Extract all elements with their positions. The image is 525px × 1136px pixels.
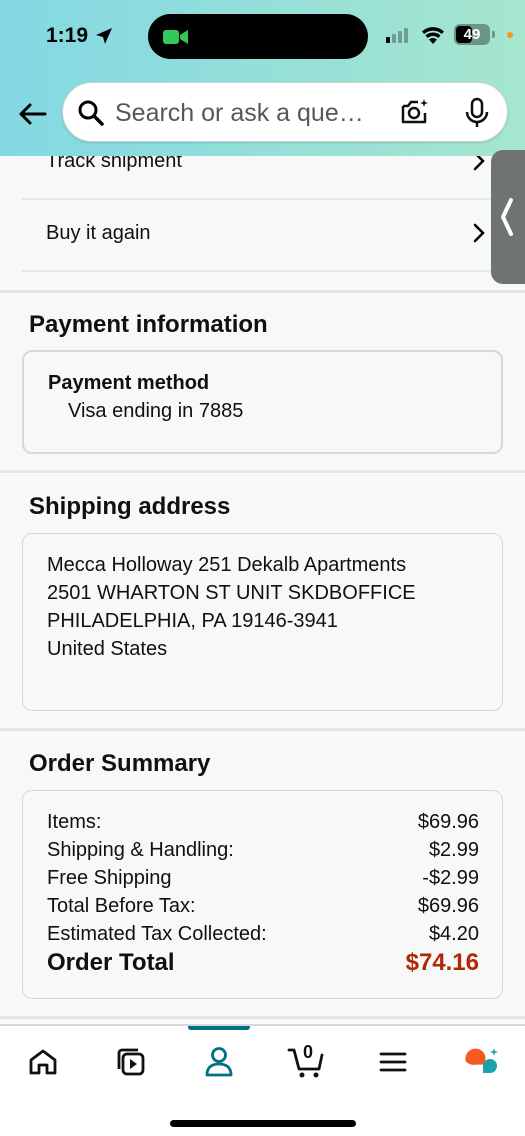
home-indicator (170, 1120, 356, 1127)
app-header: 1:19 49 (0, 0, 525, 156)
order-total-value: $74.16 (405, 949, 479, 976)
rufus-icon (465, 1048, 498, 1073)
summary-row: Items: $69.96 (47, 811, 479, 839)
camera-lens-icon[interactable] (399, 97, 431, 127)
location-arrow-icon (96, 28, 112, 44)
chevron-right-icon (473, 156, 485, 171)
summary-label: Total Before Tax: (47, 895, 196, 917)
nav-home[interactable] (21, 1042, 65, 1082)
home-icon (29, 1049, 57, 1075)
chevron-left-icon (501, 198, 513, 236)
cellular-signal-icon (386, 28, 408, 43)
nav-rufus[interactable] (459, 1042, 503, 1082)
summary-label: Shipping & Handling: (47, 839, 234, 861)
nav-video[interactable] (109, 1042, 153, 1082)
payment-method-card: Payment method Visa ending in 7885 (22, 350, 503, 454)
bottom-navigation: 0 (0, 1024, 525, 1136)
order-total-label: Order Total (47, 949, 175, 976)
address-line: 2501 WHARTON ST UNIT SKDBOFFICE (47, 582, 416, 604)
address-line: PHILADELPHIA, PA 19146-3941 (47, 610, 338, 632)
buy-it-again-row[interactable]: Buy it again (22, 202, 492, 272)
summary-label: Items: (47, 811, 102, 833)
section-divider (0, 470, 525, 473)
buy-it-again-label: Buy it again (46, 222, 151, 244)
summary-row: Free Shipping -$2.99 (47, 867, 479, 895)
address-line: Mecca Holloway 251 Dekalb Apartments (47, 554, 407, 576)
search-input[interactable] (115, 95, 391, 131)
video-icon (117, 1048, 145, 1076)
status-time: 1:19 (46, 24, 89, 47)
payment-information-heading: Payment information (29, 311, 268, 338)
dynamic-island (148, 14, 368, 59)
track-shipment-label: Track shipment (46, 156, 182, 172)
summary-value: $69.96 (417, 811, 479, 833)
summary-row: Shipping & Handling: $2.99 (47, 839, 479, 867)
battery-percent: 49 (463, 26, 481, 43)
account-icon (205, 1047, 233, 1077)
summary-row: Estimated Tax Collected: $4.20 (47, 923, 479, 951)
order-details-content: Track shipment Buy it again Payment info… (0, 156, 525, 1026)
chevron-right-icon (473, 223, 485, 243)
order-summary-card: Items: $69.96 Shipping & Handling: $2.99… (22, 790, 503, 999)
microphone-icon[interactable] (463, 97, 491, 129)
wifi-icon (422, 27, 444, 44)
order-total-row: Order Total $74.16 (47, 949, 479, 981)
nav-account[interactable] (197, 1042, 241, 1082)
payment-method-heading: Payment method (48, 372, 210, 394)
privacy-indicator (507, 32, 513, 38)
shipping-address-card: Mecca Holloway 251 Dekalb Apartments 250… (22, 533, 503, 711)
summary-value: $4.20 (428, 923, 479, 945)
shipping-address-heading: Shipping address (29, 493, 231, 520)
side-panel-tab[interactable] (491, 150, 525, 284)
summary-label: Estimated Tax Collected: (47, 923, 267, 945)
nav-menu[interactable] (371, 1042, 415, 1082)
summary-value: $69.96 (417, 895, 479, 917)
section-divider (0, 728, 525, 731)
active-tab-indicator (188, 1026, 250, 1030)
payment-method-value: Visa ending in 7885 (68, 400, 244, 422)
address-line: United States (47, 638, 168, 660)
battery-icon: 49 (454, 24, 490, 45)
summary-row: Total Before Tax: $69.96 (47, 895, 479, 923)
search-icon (78, 100, 104, 126)
section-divider (0, 1016, 525, 1019)
facetime-icon (163, 30, 188, 44)
section-divider (0, 290, 525, 293)
order-summary-heading: Order Summary (29, 750, 211, 777)
cart-count-badge: 0 (302, 1042, 313, 1062)
menu-icon (379, 1052, 407, 1072)
track-shipment-row[interactable]: Track shipment (22, 156, 492, 200)
search-bar[interactable] (62, 82, 508, 142)
summary-value: -$2.99 (422, 867, 479, 889)
summary-label: Free Shipping (47, 867, 172, 889)
summary-value: $2.99 (428, 839, 479, 861)
back-arrow-icon (19, 103, 47, 125)
back-button[interactable] (14, 96, 50, 132)
